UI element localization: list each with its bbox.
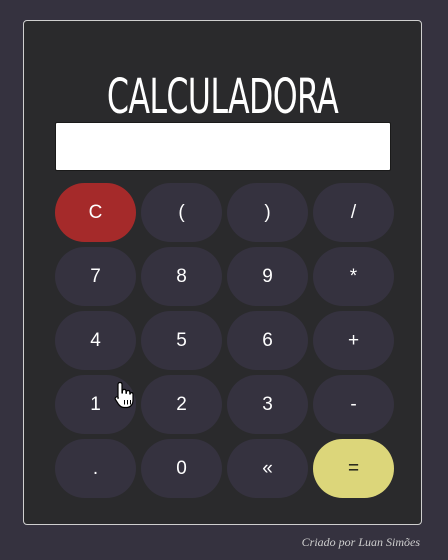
open-paren-button[interactable]: ( <box>141 183 222 242</box>
decimal-button[interactable]: . <box>55 439 136 498</box>
close-paren-button[interactable]: ) <box>227 183 308 242</box>
digit-1-button[interactable]: 1 <box>55 375 136 434</box>
multiply-button[interactable]: * <box>313 247 394 306</box>
display-field[interactable] <box>55 122 391 171</box>
divide-button[interactable]: / <box>313 183 394 242</box>
digit-2-button[interactable]: 2 <box>141 375 222 434</box>
equals-button[interactable]: = <box>313 439 394 498</box>
digit-7-button[interactable]: 7 <box>55 247 136 306</box>
keypad: C()/ 7 8 9 * 4 5 6 +1 2 3-. 0 «= <box>55 183 394 498</box>
digit-3-button[interactable]: 3 <box>227 375 308 434</box>
digit-8-button[interactable]: 8 <box>141 247 222 306</box>
app-title: CALCULADORA <box>106 69 339 125</box>
clear-button[interactable]: C <box>55 183 136 242</box>
add-button[interactable]: + <box>313 311 394 370</box>
credit-text: Criado por Luan Simões <box>301 535 420 549</box>
calculator-card: CALCULADORA C()/ 7 8 9 * 4 5 6 +1 2 3-. 0 «= <box>23 20 422 525</box>
digit-6-button[interactable]: 6 <box>227 311 308 370</box>
backspace-button[interactable]: « <box>227 439 308 498</box>
digit-4-button[interactable]: 4 <box>55 311 136 370</box>
digit-5-button[interactable]: 5 <box>141 311 222 370</box>
digit-0-button[interactable]: 0 <box>141 439 222 498</box>
digit-9-button[interactable]: 9 <box>227 247 308 306</box>
subtract-button[interactable]: - <box>313 375 394 434</box>
